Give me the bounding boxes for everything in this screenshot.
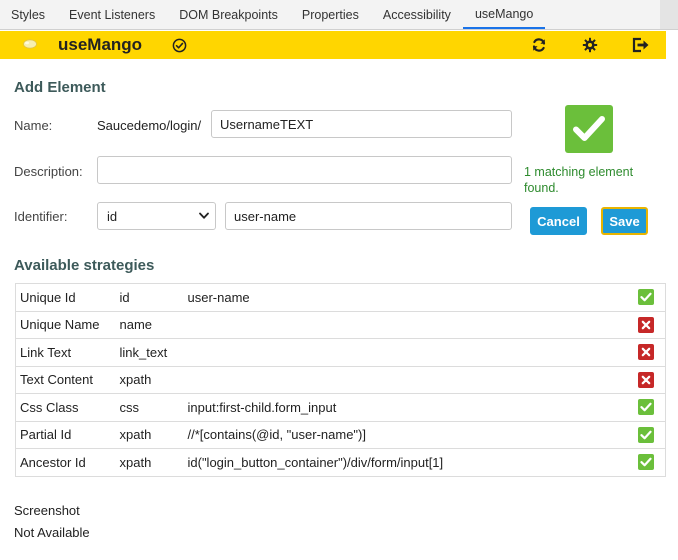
strategies-heading: Available strategies (14, 257, 155, 274)
strategy-value: input:first-child.form_input (187, 393, 638, 422)
name-prefix: Saucedemo/login/ (97, 118, 202, 133)
check-circle-icon (172, 38, 187, 53)
identifier-input[interactable] (225, 202, 512, 230)
check-icon (637, 289, 654, 306)
strategy-row[interactable]: Unique Name name (15, 310, 666, 339)
strategy-value (187, 338, 638, 367)
strategy-value (187, 365, 638, 394)
cross-icon (637, 371, 654, 388)
strategy-name: Ancestor Id (15, 448, 120, 477)
check-icon (637, 426, 654, 443)
tab-styles[interactable]: Styles (0, 0, 57, 29)
cross-icon (637, 344, 654, 361)
strategy-name: Link Text (15, 338, 120, 367)
header-edge (666, 31, 678, 59)
strategy-status-cell (637, 283, 666, 312)
tab-bar-edge (660, 0, 678, 29)
strategy-name: Unique Name (15, 310, 120, 339)
add-element-heading: Add Element (14, 79, 106, 96)
settings-icon[interactable] (581, 36, 599, 54)
identifier-type-select[interactable]: id (97, 202, 216, 230)
match-message: 1 matching element found. (524, 165, 634, 195)
name-input[interactable] (211, 110, 512, 138)
strategy-type: link_text (119, 338, 188, 367)
strategy-type: css (119, 393, 188, 422)
match-status-badge (565, 105, 613, 153)
mango-logo-icon (23, 39, 37, 49)
tab-accessibility[interactable]: Accessibility (371, 0, 463, 29)
description-label: Description: (14, 164, 83, 179)
strategy-status-cell (637, 393, 666, 422)
strategy-value (187, 310, 638, 339)
strategy-row[interactable]: Link Text link_text (15, 338, 666, 367)
description-input[interactable] (97, 156, 512, 184)
tab-dom-breakpoints[interactable]: DOM Breakpoints (167, 0, 290, 29)
strategy-row[interactable]: Css Class css input:first-child.form_input (15, 393, 666, 422)
logout-icon[interactable] (632, 36, 650, 54)
chevron-down-icon (199, 212, 209, 219)
strategy-type: xpath (119, 420, 188, 449)
strategy-status-cell (637, 448, 666, 477)
strategy-row[interactable]: Unique Id id user-name (15, 283, 666, 312)
strategy-row[interactable]: Partial Id xpath//*[contains(@id, "user-n… (15, 420, 666, 449)
large-check-icon (573, 116, 605, 141)
strategy-name: Css Class (15, 393, 120, 422)
app-header: useMango (0, 31, 678, 59)
identifier-type-value: id (107, 209, 118, 224)
strategy-name: Unique Id (15, 283, 120, 312)
strategy-type: id (119, 283, 188, 312)
strategy-type: name (119, 310, 188, 339)
app-title: useMango (58, 35, 143, 54)
save-button[interactable]: Save (601, 207, 648, 235)
tab-usemango[interactable]: useMango (462, 0, 546, 29)
cancel-button[interactable]: Cancel (530, 207, 587, 235)
screenshot-label: Screenshot (14, 503, 80, 518)
strategy-value: //*[contains(@id, "user-name")] (187, 420, 638, 449)
cross-icon (637, 316, 654, 333)
tab-properties[interactable]: Properties (290, 0, 371, 29)
check-icon (637, 454, 654, 471)
check-icon (637, 399, 654, 416)
devtools-tab-bar: Styles Event Listeners DOM Breakpoints P… (0, 0, 678, 30)
strategy-status-cell (637, 365, 666, 394)
strategy-value: user-name (187, 283, 638, 312)
strategy-row[interactable]: Text Content xpath (15, 365, 666, 394)
strategy-type: xpath (119, 365, 188, 394)
refresh-icon[interactable] (530, 36, 548, 54)
name-label: Name: (14, 118, 53, 133)
strategy-value: id("login_button_container")/div/form/in… (187, 448, 638, 477)
tab-bar-filler (545, 0, 660, 29)
identifier-label: Identifier: (14, 209, 68, 224)
screenshot-value: Not Available (14, 525, 90, 540)
strategy-status-cell (637, 338, 666, 367)
strategy-name: Partial Id (15, 420, 120, 449)
strategy-status-cell (637, 310, 666, 339)
strategy-type: xpath (119, 448, 188, 477)
strategy-row[interactable]: Ancestor Id xpath id("login_button_contain… (15, 448, 666, 477)
strategy-status-cell (637, 420, 666, 449)
strategy-name: Text Content (15, 365, 120, 394)
tab-event-listeners[interactable]: Event Listeners (57, 0, 167, 29)
strategies-table: Unique Id id user-name Unique Name name Link … (15, 283, 666, 477)
